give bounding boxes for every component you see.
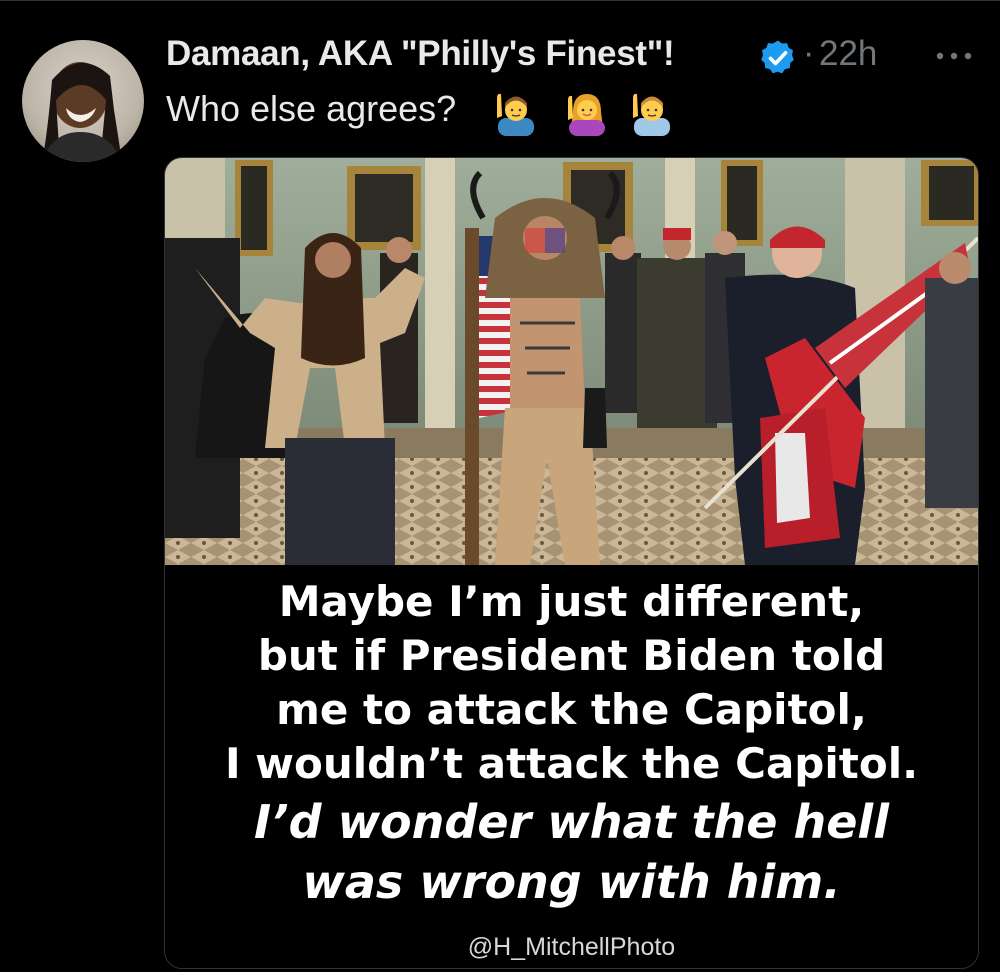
caption-line: I’d wonder what the hell: [254, 795, 889, 849]
verified-badge-icon[interactable]: [758, 38, 798, 78]
top-divider: [0, 0, 1000, 1]
caption-line: was wrong with him.: [302, 855, 841, 909]
post-timestamp[interactable]: 22h: [819, 34, 877, 74]
author-avatar[interactable]: [22, 40, 144, 162]
author-name[interactable]: Damaan, AKA "Philly's Finest"!: [166, 34, 675, 74]
caption-line: me to attack the Capitol,: [276, 685, 867, 734]
post-text: Who else agrees?: [166, 88, 457, 129]
meta-separator: ·: [803, 34, 815, 72]
woman-raising-hand-icon: [568, 94, 605, 136]
post-media[interactable]: Maybe I’m just different, but if Preside…: [164, 157, 979, 969]
meme-caption: Maybe I’m just different, but if Preside…: [165, 565, 978, 968]
caption-line: I wouldn’t attack the Capitol.: [224, 739, 919, 788]
avatar-photo: [42, 62, 122, 162]
photo-credit: @H_MitchellPhoto: [467, 933, 676, 961]
more-options-icon[interactable]: [932, 44, 976, 68]
caption-line: but if President Biden told: [257, 631, 886, 680]
man-raising-hand-icon: [633, 93, 670, 136]
caption-line: Maybe I’m just different,: [278, 577, 865, 626]
man-raising-hand-icon: [497, 93, 534, 136]
capitol-photo: [165, 158, 978, 565]
